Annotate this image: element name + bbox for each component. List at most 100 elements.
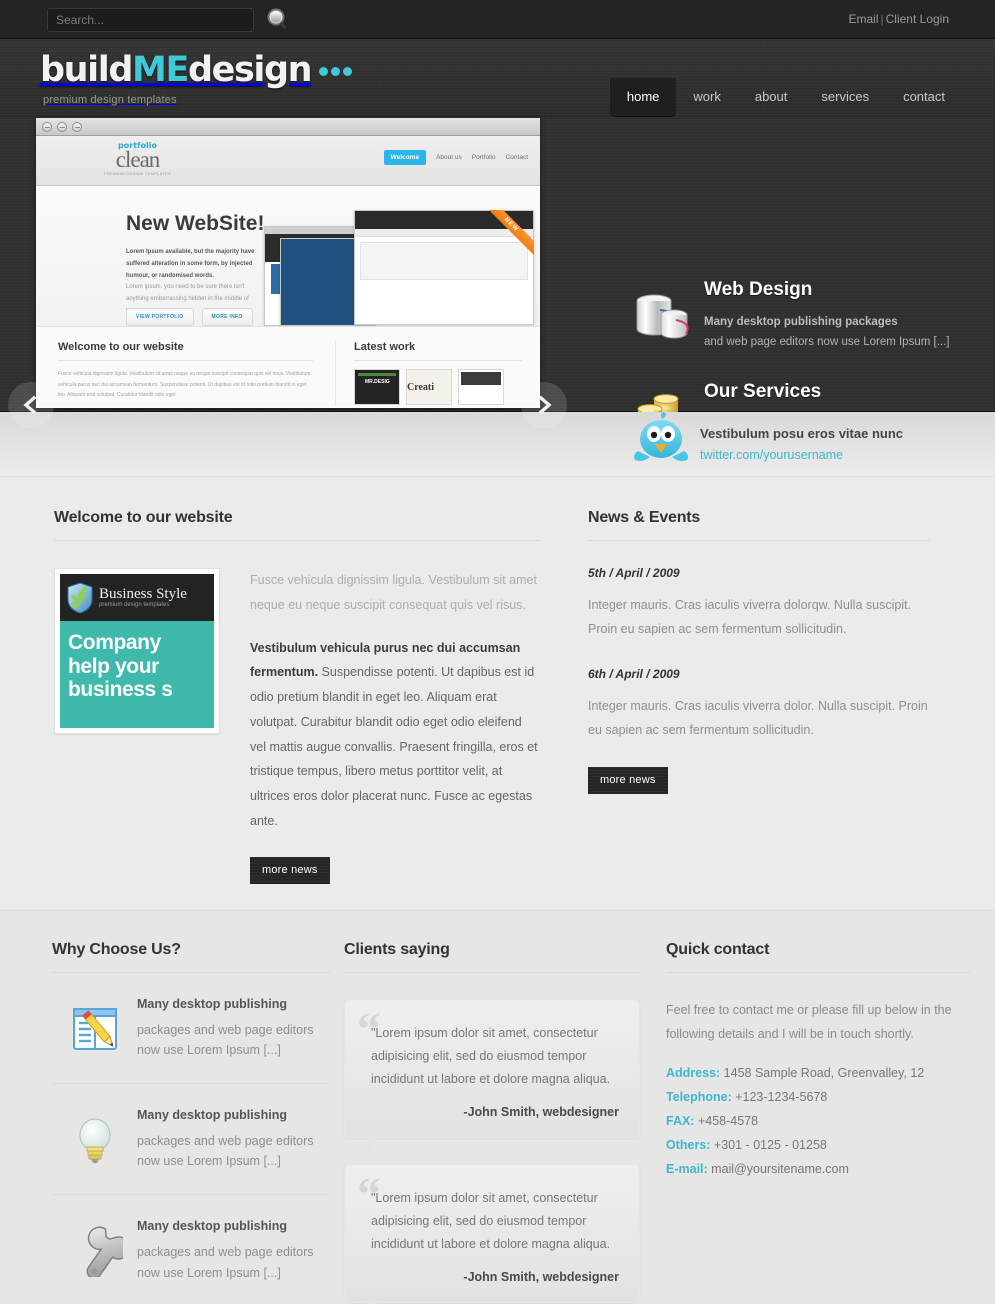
- news-item: 6th / April / 2009 Integer mauris. Cras …: [588, 667, 930, 743]
- quick-contact-section: Quick contact Feel free to contact me or…: [640, 941, 970, 1304]
- mock-hero-buttons: VIEW PORTFOLIO MORE INFO: [126, 308, 253, 326]
- mock-logo-main: clean: [115, 147, 161, 172]
- mock-welcome-block: Welcome to our website Fusce vehicula di…: [36, 341, 336, 406]
- nav-item-services[interactable]: services: [804, 78, 886, 117]
- browser-titlebar: [36, 118, 540, 136]
- welcome-image-caption: Company help your business s: [68, 631, 173, 702]
- news-more-news-button[interactable]: more news: [588, 766, 668, 794]
- logo-dots-icon: [316, 48, 353, 83]
- divider: [54, 540, 540, 541]
- divider: [344, 971, 640, 973]
- welcome-intro: Fusce vehicula dignissim ligula. Vestibu…: [250, 573, 537, 612]
- welcome-body-rest: Suspendisse potenti. Ut dapibus est id o…: [250, 665, 538, 828]
- contact-row-address: Address: 1458 Sample Road, Greenvalley, …: [666, 1063, 970, 1083]
- mock-hero-bold: Lorem Ipsum available, but the majority …: [126, 249, 255, 279]
- news-date: 6th / April / 2009: [588, 666, 680, 681]
- chevron-left-icon: [22, 395, 40, 415]
- page-root: Email|Client Login buildMEdesign premium…: [0, 0, 995, 1304]
- welcome-more-wrap: more news: [54, 856, 540, 884]
- testimonial: “ "Lorem ipsum dolor sit amet, consectet…: [344, 1163, 640, 1304]
- chevron-right-icon: [535, 395, 553, 415]
- mock-more-info-button: MORE INFO: [201, 308, 253, 326]
- contact-value: +123-1234-5678: [731, 1090, 828, 1105]
- twitter-content: Vestibulum posu eros vitae nunc twitter.…: [628, 412, 903, 477]
- mock-welcome-text: Fusce vehicula dignissim ligula. Vestibu…: [58, 371, 311, 398]
- email-link[interactable]: Email: [848, 12, 878, 26]
- news-text: Integer mauris. Cras iaculis viverra dol…: [588, 598, 912, 637]
- welcome-body-paragraph: Vestibulum vehicula purus nec dui accums…: [250, 636, 540, 834]
- top-link-separator: |: [880, 12, 884, 26]
- why-desc: packages and web page editors now use Lo…: [137, 1022, 314, 1058]
- mock-thumb-2-label: Creati: [407, 381, 435, 393]
- nav-item-contact[interactable]: contact: [886, 78, 962, 117]
- why-item: Many desktop publishing packages and web…: [52, 1195, 330, 1304]
- contact-label: Address:: [666, 1066, 721, 1081]
- mock-screenshots: [264, 196, 534, 326]
- mock-hero-title: New WebSite!: [126, 212, 265, 235]
- welcome-text: Fusce vehicula dignissim ligula. Vestibu…: [220, 568, 540, 834]
- search-input[interactable]: [47, 8, 254, 32]
- mock-site-nav: Welcome About us Portfolio Contact: [383, 150, 528, 165]
- contact-details: Address: 1458 Sample Road, Greenvalley, …: [666, 1063, 970, 1179]
- why-text: Many desktop publishing packages and web…: [137, 997, 330, 1061]
- why-text: Many desktop publishing packages and web…: [137, 1219, 330, 1283]
- twitter-link[interactable]: twitter.com/yourusername: [700, 448, 843, 462]
- search-area: [47, 7, 291, 33]
- news-section: News & Events 5th / April / 2009 Integer…: [540, 509, 930, 884]
- mock-nav-contact: Contact: [505, 154, 528, 161]
- window-maximize-icon: [72, 121, 82, 132]
- feature-title: Web Design: [704, 279, 813, 300]
- site-header: buildMEdesign premium design templates h…: [0, 39, 995, 119]
- mock-thumb-2: Creati: [406, 369, 452, 405]
- feature-line-1: Many desktop publishing packages: [704, 316, 898, 328]
- mock-thumb-3: [458, 369, 504, 405]
- mock-screenshot-front: [354, 210, 534, 325]
- why-text: Many desktop publishing packages and web…: [137, 1108, 330, 1172]
- why-desc: packages and web page editors now use Lo…: [137, 1133, 314, 1169]
- feature-row-web-design: Web Design Many desktop publishing packa…: [630, 279, 949, 356]
- contact-heading: Quick contact: [666, 940, 770, 958]
- site-logo[interactable]: buildMEdesign premium design templates: [40, 48, 353, 106]
- mock-thumb-1: MR.DESIG: [354, 369, 400, 405]
- testimonial-author: -John Smith, webdesigner: [463, 1104, 619, 1119]
- twitter-bar: Vestibulum posu eros vitae nunc twitter.…: [0, 412, 995, 477]
- mock-site-header: portfolio clean PREMIUM DESIGN TEMPLATES…: [36, 136, 540, 186]
- testimonial-author: -John Smith, webdesigner: [463, 1270, 619, 1285]
- contact-row-telephone: Telephone: +123-1234-5678: [666, 1087, 970, 1107]
- slider-next-button[interactable]: [521, 382, 567, 428]
- window-close-icon: [42, 121, 52, 132]
- bottom-sections: Why Choose Us? Many desktop publishing p…: [0, 909, 995, 1304]
- mock-latest-work-title: Latest work: [354, 341, 416, 353]
- nav-item-work[interactable]: work: [676, 78, 737, 117]
- mock-site-content: Welcome to our website Fusce vehicula di…: [36, 326, 540, 406]
- twitter-bird-icon: [628, 411, 700, 478]
- testimonial-text: "Lorem ipsum dolor sit amet, consectetur…: [371, 1025, 611, 1086]
- welcome-image: Business Style premium design templates …: [54, 568, 220, 734]
- contact-label: E-mail:: [666, 1162, 708, 1177]
- welcome-more-news-button[interactable]: more news: [250, 856, 330, 884]
- contact-value: 1458 Sample Road, Greenvalley, 12: [720, 1066, 925, 1081]
- nav-item-home[interactable]: home: [609, 78, 677, 117]
- contact-label: Telephone:: [666, 1090, 732, 1105]
- contact-label: Others:: [666, 1138, 711, 1153]
- news-text: Integer mauris. Cras iaculis viverra dol…: [588, 698, 928, 738]
- why-title: Many desktop publishing: [137, 996, 288, 1011]
- mock-nav-welcome: Welcome: [383, 150, 427, 165]
- mock-logo-tagline: PREMIUM DESIGN TEMPLATES: [104, 170, 172, 176]
- news-more-wrap: more news: [588, 766, 930, 794]
- wrench-icon: [52, 1219, 137, 1283]
- search-button[interactable]: [265, 7, 291, 33]
- top-utility-bar: Email|Client Login: [0, 0, 995, 39]
- lightbulb-icon: [52, 1108, 137, 1172]
- notepad-pencil-icon: [52, 997, 137, 1061]
- twitter-text: Vestibulum posu eros vitae nunc twitter.…: [700, 426, 903, 464]
- hero-slider: portfolio clean PREMIUM DESIGN TEMPLATES…: [0, 118, 995, 450]
- slider-prev-button[interactable]: [8, 382, 54, 428]
- mock-welcome-title: Welcome to our website: [58, 341, 184, 353]
- mock-view-portfolio-button: VIEW PORTFOLIO: [126, 308, 194, 326]
- nav-item-about[interactable]: about: [738, 78, 805, 117]
- client-login-link[interactable]: Client Login: [886, 12, 949, 26]
- clients-saying-section: Clients saying “ "Lorem ipsum dolor sit …: [330, 941, 640, 1304]
- window-minimize-icon: [57, 121, 67, 132]
- why-item: Many desktop publishing packages and web…: [52, 1084, 330, 1195]
